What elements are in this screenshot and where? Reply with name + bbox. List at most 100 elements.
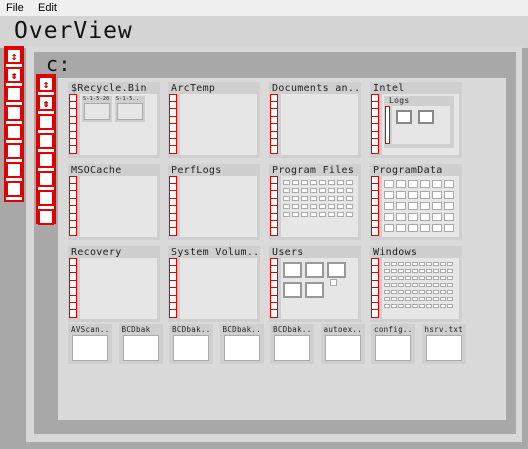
- folder-zoom-strip[interactable]: [371, 176, 379, 236]
- strip-cell[interactable]: [70, 95, 76, 102]
- folder-msocache[interactable]: MSOCache: [68, 164, 160, 240]
- zoom-strip-outer-cell[interactable]: ⇟: [6, 67, 22, 83]
- strip-cell[interactable]: [170, 274, 176, 281]
- file-5[interactable]: autoex..: [320, 324, 365, 364]
- strip-cell[interactable]: [372, 289, 378, 296]
- strip-cell[interactable]: [271, 289, 277, 296]
- folder-zoom-strip[interactable]: [69, 176, 77, 236]
- folder-programfiles[interactable]: Program Files: [269, 164, 361, 240]
- strip-cell[interactable]: [70, 132, 76, 139]
- strip-cell[interactable]: [372, 184, 378, 192]
- folder-zoom-strip[interactable]: [270, 94, 278, 154]
- logs-strip[interactable]: [385, 106, 390, 144]
- strip-cell[interactable]: [70, 281, 76, 289]
- strip-cell[interactable]: [372, 177, 378, 184]
- strip-cell[interactable]: [372, 207, 378, 214]
- strip-cell[interactable]: [372, 192, 378, 199]
- strip-cell[interactable]: [170, 110, 176, 117]
- strip-cell[interactable]: [70, 221, 76, 229]
- strip-cell[interactable]: [70, 274, 76, 281]
- strip-cell[interactable]: [70, 296, 76, 303]
- strip-cell[interactable]: [70, 117, 76, 125]
- strip-cell[interactable]: [372, 125, 378, 132]
- strip-cell[interactable]: [70, 229, 76, 236]
- file-7[interactable]: hsrv.txt: [421, 324, 466, 364]
- folder-zoom-strip[interactable]: [371, 94, 379, 154]
- folder-zoom-strip[interactable]: [270, 258, 278, 318]
- strip-cell[interactable]: [70, 289, 76, 296]
- strip-cell[interactable]: [170, 192, 176, 199]
- folder-zoom-strip[interactable]: [270, 176, 278, 236]
- strip-cell[interactable]: [372, 296, 378, 303]
- folder-documents[interactable]: Documents an..: [269, 82, 361, 158]
- strip-cell[interactable]: [170, 289, 176, 296]
- strip-cell[interactable]: [170, 229, 176, 236]
- strip-cell[interactable]: [70, 214, 76, 221]
- file-3[interactable]: BCDbak..: [219, 324, 264, 364]
- strip-cell[interactable]: [170, 132, 176, 139]
- strip-cell[interactable]: [170, 259, 176, 266]
- folder-recovery[interactable]: Recovery: [68, 246, 160, 322]
- strip-cell[interactable]: [271, 311, 277, 318]
- strip-cell[interactable]: [271, 229, 277, 236]
- strip-cell[interactable]: [170, 303, 176, 311]
- folder-windows[interactable]: Windows: [370, 246, 462, 322]
- zoom-strip-drive-cell[interactable]: [38, 114, 54, 130]
- strip-cell[interactable]: [271, 117, 277, 125]
- file-0[interactable]: AVScan..: [68, 324, 112, 364]
- menu-file[interactable]: File: [6, 2, 24, 14]
- folder-zoom-strip[interactable]: [69, 94, 77, 154]
- file-4[interactable]: BCDbak..: [270, 324, 314, 364]
- subfolder-1[interactable]: S-1-5..: [115, 96, 145, 122]
- strip-cell[interactable]: [170, 102, 176, 110]
- file-6[interactable]: config..: [371, 324, 415, 364]
- strip-cell[interactable]: [372, 229, 378, 236]
- strip-cell[interactable]: [70, 110, 76, 117]
- strip-cell[interactable]: [70, 177, 76, 184]
- strip-cell[interactable]: [372, 274, 378, 281]
- strip-cell[interactable]: [271, 214, 277, 221]
- folder-zoom-strip[interactable]: [371, 258, 379, 318]
- folder-zoom-strip[interactable]: [169, 94, 177, 154]
- strip-cell[interactable]: [271, 192, 277, 199]
- strip-cell[interactable]: [372, 259, 378, 266]
- strip-cell[interactable]: [372, 95, 378, 102]
- strip-cell[interactable]: [271, 125, 277, 132]
- strip-cell[interactable]: [271, 281, 277, 289]
- strip-cell[interactable]: [70, 125, 76, 132]
- subfolder-logs[interactable]: Logs: [384, 96, 454, 148]
- strip-cell[interactable]: [70, 184, 76, 192]
- strip-cell[interactable]: [70, 303, 76, 311]
- strip-cell[interactable]: [70, 207, 76, 214]
- strip-cell[interactable]: [271, 259, 277, 266]
- strip-cell[interactable]: [170, 207, 176, 214]
- zoom-strip-drive-cell[interactable]: [38, 171, 54, 187]
- zoom-strip-drive-cell[interactable]: [38, 209, 54, 225]
- strip-cell[interactable]: [170, 311, 176, 318]
- zoom-strip-outer-cell[interactable]: [6, 162, 22, 178]
- zoom-strip-drive-cell[interactable]: [38, 152, 54, 168]
- strip-cell[interactable]: [372, 102, 378, 110]
- strip-cell[interactable]: [271, 177, 277, 184]
- folder-arctemp[interactable]: ArcTemp: [168, 82, 260, 158]
- strip-cell[interactable]: [372, 110, 378, 117]
- strip-cell[interactable]: [170, 117, 176, 125]
- strip-cell[interactable]: [170, 281, 176, 289]
- strip-cell[interactable]: [271, 199, 277, 207]
- strip-cell[interactable]: [271, 139, 277, 147]
- folder-systemvolume[interactable]: System Volum..: [168, 246, 260, 322]
- strip-cell[interactable]: [271, 95, 277, 102]
- strip-cell[interactable]: [70, 259, 76, 266]
- strip-cell[interactable]: [372, 132, 378, 139]
- strip-cell[interactable]: [170, 221, 176, 229]
- strip-cell[interactable]: [372, 311, 378, 318]
- strip-cell[interactable]: [372, 117, 378, 125]
- strip-cell[interactable]: [271, 266, 277, 274]
- strip-cell[interactable]: [170, 147, 176, 154]
- strip-cell[interactable]: [372, 266, 378, 274]
- strip-cell[interactable]: [271, 274, 277, 281]
- strip-cell[interactable]: [372, 199, 378, 207]
- strip-cell[interactable]: [271, 303, 277, 311]
- strip-cell[interactable]: [372, 214, 378, 221]
- strip-cell[interactable]: [70, 102, 76, 110]
